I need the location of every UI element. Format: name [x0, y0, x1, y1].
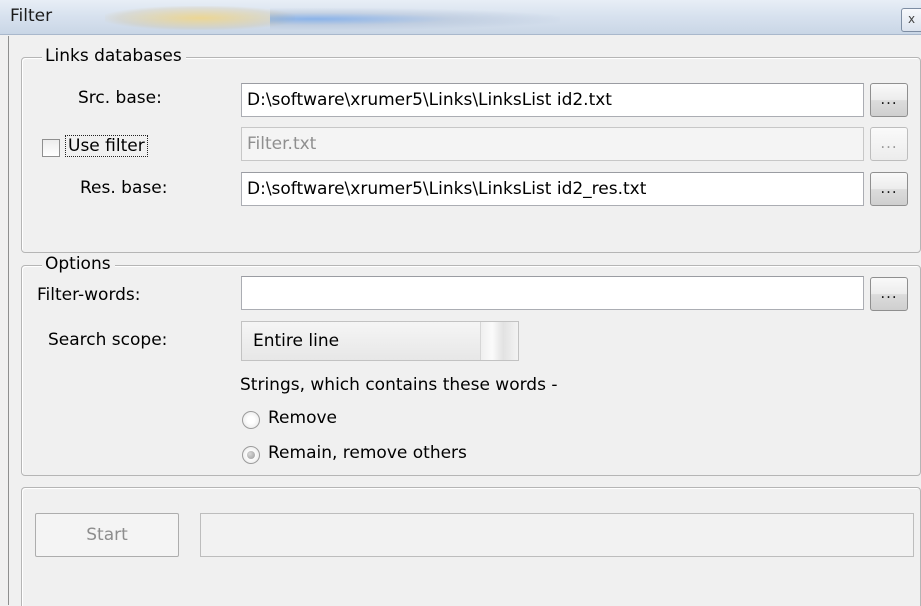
res-base-browse-button[interactable]: ... [870, 172, 908, 206]
title-bar-blur [105, 6, 295, 30]
remove-radio-label[interactable]: Remove [268, 408, 337, 428]
window-title: Filter [10, 6, 53, 26]
filter-words-field[interactable] [241, 276, 864, 310]
options-legend: Options [42, 254, 115, 274]
links-databases-legend: Links databases [42, 46, 186, 66]
src-base-field[interactable]: D:\software\xrumer5\Links\LinksList id2.… [241, 83, 864, 117]
title-bar: Filter x [0, 0, 921, 35]
remain-radio-label[interactable]: Remain, remove others [268, 443, 467, 463]
radio-selected-dot [247, 451, 255, 459]
strings-caption: Strings, which contains these words - [240, 375, 558, 395]
filter-words-browse-button[interactable]: ... [870, 277, 908, 311]
remain-radio[interactable] [242, 446, 260, 464]
use-filter-checkbox[interactable] [42, 139, 60, 157]
filter-file-field[interactable]: Filter.txt [241, 127, 864, 161]
search-scope-value: Entire line [253, 331, 340, 351]
dialog-body: Links databases Src. base: D:\software\x… [8, 36, 921, 606]
start-button[interactable]: Start [35, 513, 179, 557]
res-base-field[interactable]: D:\software\xrumer5\Links\LinksList id2_… [241, 172, 864, 206]
close-button[interactable]: x [901, 8, 921, 32]
filter-file-browse-button[interactable]: ... [870, 127, 908, 161]
title-bar-blur [270, 8, 560, 30]
search-scope-label: Search scope: [48, 330, 168, 350]
progress-status-box [200, 513, 914, 557]
search-scope-select[interactable]: Entire line [241, 321, 519, 361]
filter-words-label: Filter-words: [37, 285, 141, 305]
use-filter-label[interactable]: Use filter [65, 135, 148, 157]
src-base-browse-button[interactable]: ... [870, 83, 908, 117]
remove-radio[interactable] [242, 411, 260, 429]
src-base-label: Src. base: [78, 88, 162, 108]
search-scope-dropdown-button[interactable] [480, 322, 518, 360]
close-icon: x [908, 12, 916, 26]
res-base-label: Res. base: [80, 178, 168, 198]
